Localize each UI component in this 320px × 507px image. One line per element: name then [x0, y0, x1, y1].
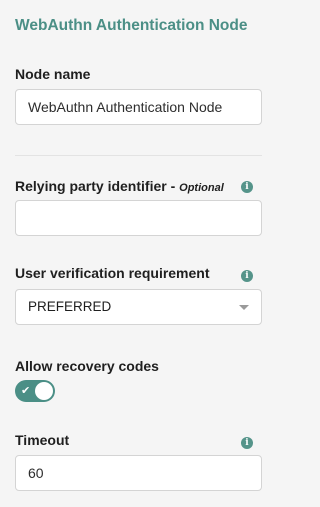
- toggle-knob: [35, 382, 53, 400]
- panel-title: WebAuthn Authentication Node: [15, 17, 248, 34]
- info-icon[interactable]: i: [241, 270, 253, 282]
- timeout-label: Timeout: [15, 432, 70, 448]
- node-properties-panel: WebAuthn Authentication Node Node name W…: [0, 0, 275, 507]
- node-name-label: Node name: [15, 66, 91, 82]
- relying-party-input[interactable]: [15, 200, 262, 236]
- timeout-input[interactable]: 60: [15, 455, 262, 491]
- relying-party-label-text: Relying party identifier -: [15, 178, 180, 194]
- info-icon[interactable]: i: [241, 437, 253, 449]
- divider: [15, 155, 262, 156]
- chevron-down-icon: [239, 305, 249, 310]
- node-name-input[interactable]: WebAuthn Authentication Node: [15, 89, 262, 125]
- info-icon[interactable]: i: [241, 181, 253, 193]
- selected-value: PREFERRED: [28, 299, 112, 314]
- user-verification-select[interactable]: PREFERRED: [15, 289, 262, 325]
- recovery-codes-label: Allow recovery codes: [15, 358, 159, 374]
- check-icon: ✔: [21, 385, 31, 397]
- recovery-codes-toggle[interactable]: ✔: [15, 380, 55, 402]
- relying-party-label: Relying party identifier - Optional: [15, 178, 224, 194]
- user-verification-label: User verification requirement: [15, 265, 210, 281]
- optional-tag: Optional: [179, 182, 224, 194]
